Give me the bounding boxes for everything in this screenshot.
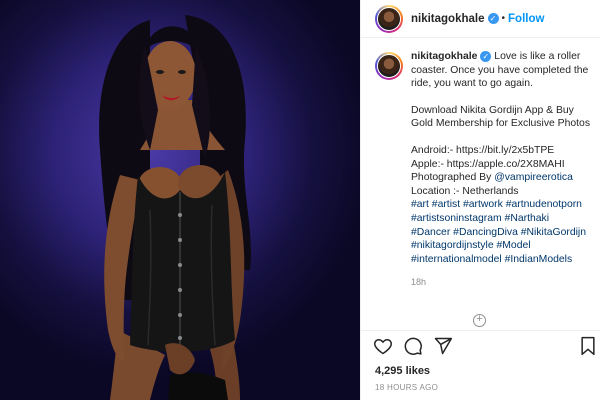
comment-icon[interactable] [403, 336, 423, 356]
caption-verified-badge-icon: ✓ [480, 50, 492, 62]
comments-area: nikitagokhale ✓ Love is like a roller coa… [361, 38, 600, 330]
caption: nikitagokhale ✓ Love is like a roller coa… [361, 38, 600, 290]
header-username[interactable]: nikitagokhale [411, 13, 485, 25]
android-link-line: Android:- https://bit.ly/2x5bTPE [411, 144, 555, 156]
post-header: nikitagokhale ✓ • Follow [361, 0, 600, 38]
load-more-icon[interactable] [473, 313, 486, 327]
share-icon[interactable] [433, 336, 453, 356]
location-line: Location :- Netherlands [411, 185, 519, 197]
caption-timestamp: 18h [411, 277, 427, 288]
caption-promo: Download Nikita Gordijn App & Buy Gold M… [411, 104, 591, 130]
hashtags[interactable]: #art #artist #artwork #artnudenotporn #a… [411, 198, 591, 266]
caption-username[interactable]: nikitagokhale [411, 51, 477, 62]
verified-badge-icon: ✓ [487, 13, 499, 24]
heart-icon[interactable] [373, 336, 393, 356]
model-illustration [99, 15, 252, 400]
photographer-mention[interactable]: @vampireerotica [494, 172, 573, 183]
action-bar: 4,295 likes 18 HOURS AGO [361, 330, 600, 400]
apple-link-line: Apple:- https://apple.co/2X8MAHI [411, 158, 565, 170]
photographed-by-label: Photographed By [411, 172, 495, 184]
posted-time[interactable]: 18 HOURS AGO [361, 383, 600, 392]
instagram-post: nikitagokhale ✓ • Follow nikitagokhale ✓ … [0, 0, 600, 400]
post-side-panel: nikitagokhale ✓ • Follow nikitagokhale ✓ … [360, 0, 600, 400]
avatar[interactable] [375, 4, 403, 33]
separator-dot: • [501, 13, 506, 24]
caption-text: nikitagokhale ✓ Love is like a roller coa… [411, 50, 591, 290]
post-photo[interactable] [0, 0, 360, 400]
likes-count[interactable]: 4,295 likes [361, 365, 600, 377]
bookmark-icon[interactable] [579, 336, 597, 356]
caption-avatar[interactable] [375, 52, 403, 80]
follow-button[interactable]: Follow [508, 13, 544, 25]
